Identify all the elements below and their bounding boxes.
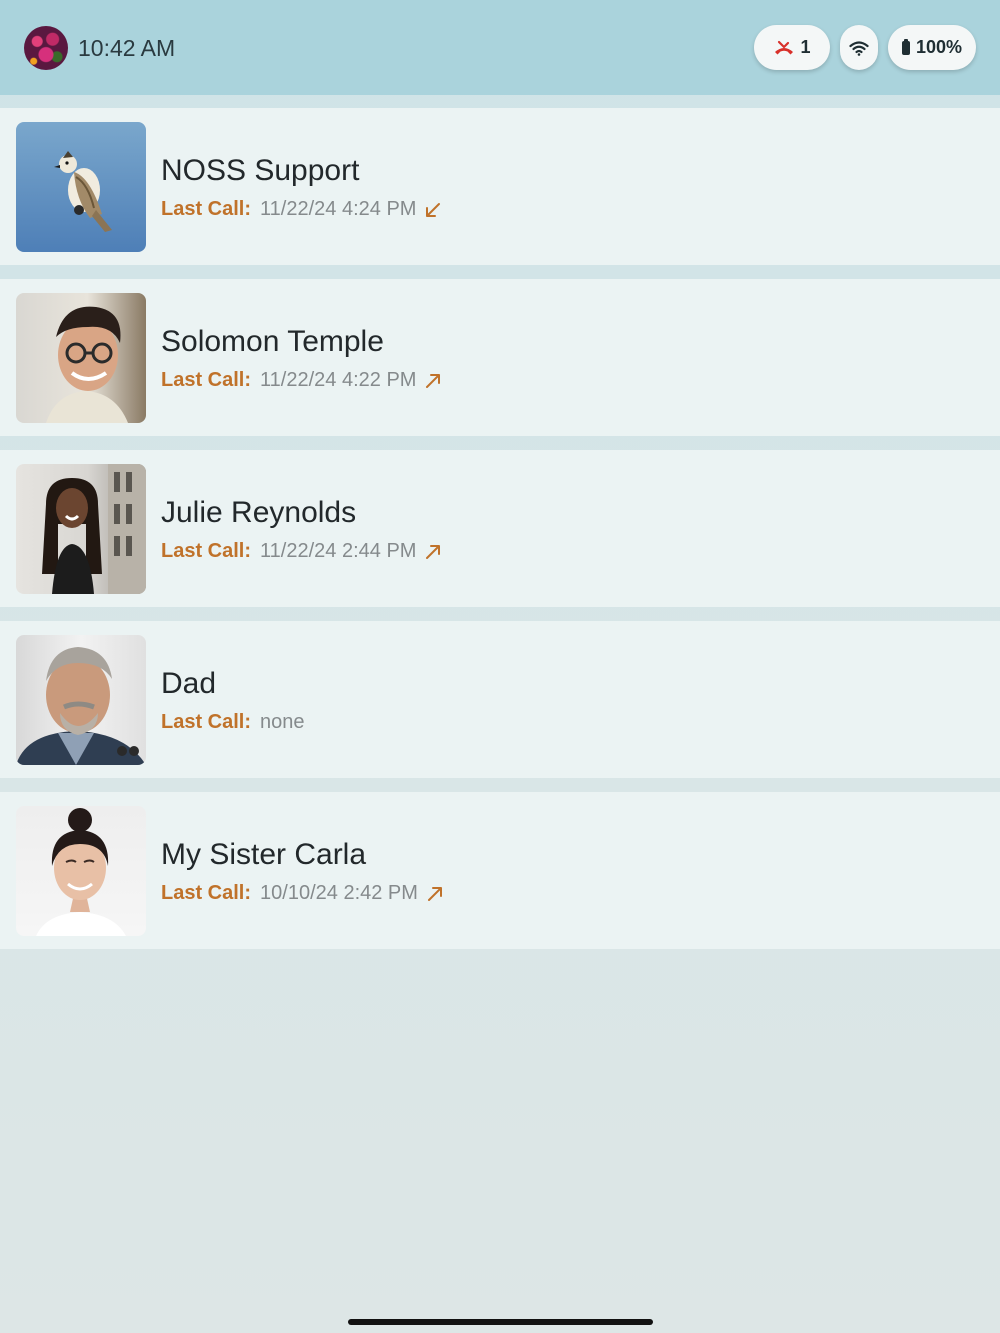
woman-braids-photo <box>16 464 146 594</box>
missed-calls-pill[interactable]: 1 <box>754 25 830 70</box>
last-call-label: Last Call: <box>161 882 252 904</box>
last-call-info: Last Call: 11/22/24 2:44 PM <box>161 540 442 563</box>
contact-name: My Sister Carla <box>161 838 367 871</box>
contact-name: Dad <box>161 667 217 700</box>
last-call-info: Last Call: 11/22/24 4:22 PM <box>161 369 442 392</box>
home-indicator[interactable] <box>348 1319 653 1325</box>
contact-row[interactable]: Dad Last Call: none <box>0 621 1000 778</box>
battery-pill[interactable]: 100% <box>888 25 976 70</box>
missed-call-icon <box>775 40 794 54</box>
contact-row[interactable]: NOSS Support Last Call: 11/22/24 4:24 PM <box>0 108 1000 265</box>
battery-level: 100% <box>915 37 963 57</box>
last-call-time: 10/10/24 2:42 PM <box>260 882 418 904</box>
contact-name: NOSS Support <box>161 154 360 187</box>
missed-calls-count: 1 <box>800 37 811 57</box>
last-call-label: Last Call: <box>161 540 252 562</box>
contact-name: Solomon Temple <box>161 325 384 358</box>
outgoing-call-arrow-icon <box>427 886 442 901</box>
battery-icon <box>901 38 910 55</box>
last-call-label: Last Call: <box>161 369 252 391</box>
contact-name: Julie Reynolds <box>161 496 357 529</box>
incoming-call-arrow-icon <box>426 202 441 217</box>
clock: 10:42 AM <box>78 35 176 61</box>
last-call-info: Last Call: none <box>161 711 313 734</box>
outgoing-call-arrow-icon <box>426 544 441 559</box>
status-bar: 10:42 AM 1 100% <box>0 0 1000 95</box>
user-avatar[interactable] <box>24 26 68 70</box>
bird-logo <box>16 122 146 252</box>
last-call-info: Last Call: 10/10/24 2:42 PM <box>161 882 444 905</box>
contact-row[interactable]: Julie Reynolds Last Call: 11/22/24 2:44 … <box>0 450 1000 607</box>
wifi-icon <box>849 40 869 56</box>
last-call-time: 11/22/24 4:22 PM <box>260 369 417 391</box>
woman-bun-photo <box>16 806 146 936</box>
last-call-time: 11/22/24 4:24 PM <box>260 198 417 220</box>
last-call-label: Last Call: <box>161 711 252 733</box>
contact-row[interactable]: My Sister Carla Last Call: 10/10/24 2:42… <box>0 792 1000 949</box>
contact-row[interactable]: Solomon Temple Last Call: 11/22/24 4:22 … <box>0 279 1000 436</box>
last-call-info: Last Call: 11/22/24 4:24 PM <box>161 198 442 221</box>
outgoing-call-arrow-icon <box>426 373 441 388</box>
older-man-photo <box>16 635 146 765</box>
last-call-label: Last Call: <box>161 198 252 220</box>
last-call-time: 11/22/24 2:44 PM <box>260 540 417 562</box>
man-glasses-photo <box>16 293 146 423</box>
wifi-pill[interactable] <box>840 25 878 70</box>
last-call-time: none <box>260 711 305 733</box>
